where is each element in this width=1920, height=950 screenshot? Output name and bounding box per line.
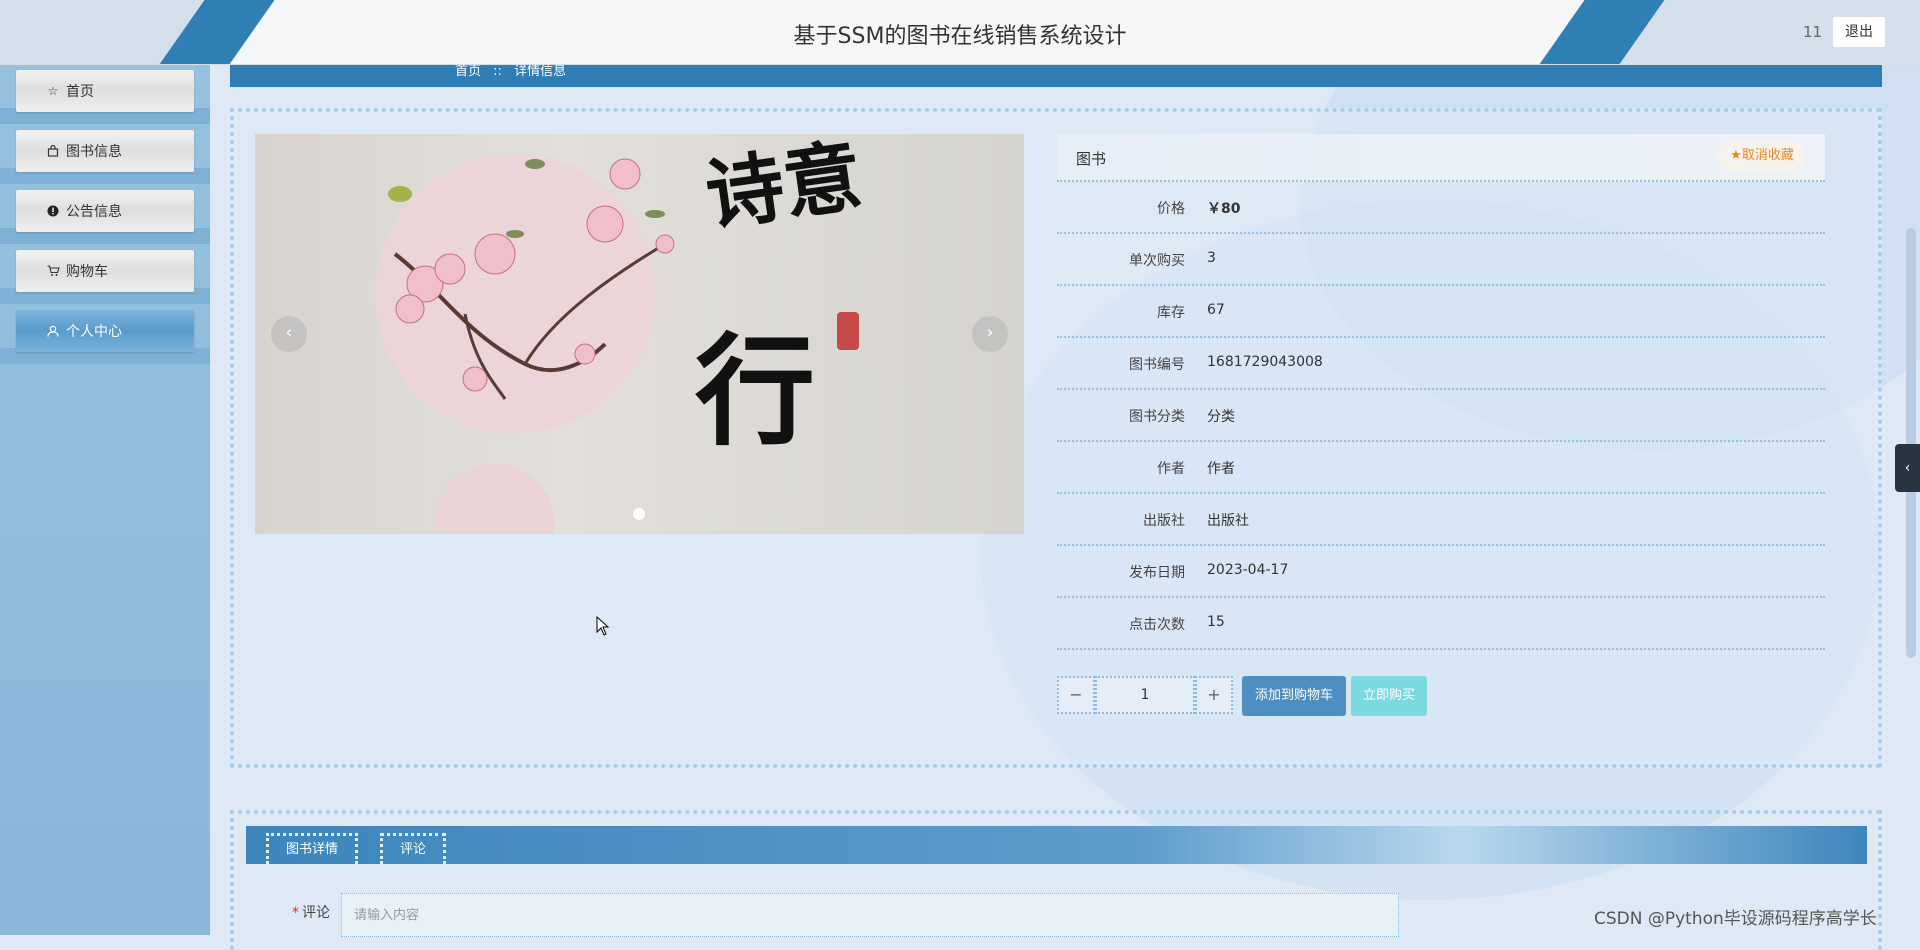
bag-icon [46,144,60,158]
field-value: 分类 [1207,409,1235,425]
field-label: 发布日期 [1129,565,1185,581]
field-value: 出版社 [1207,513,1249,529]
sidebar-item-label: 公告信息 [66,204,122,220]
field-value: 作者 [1207,461,1235,477]
star-outline-icon: ☆ [47,84,59,98]
chevron-left-icon[interactable]: ‹ [271,316,307,352]
field-label: 点击次数 [1129,617,1185,633]
tab-comments[interactable]: 评论 [380,833,446,864]
user-icon [46,324,60,338]
unfavorite-button[interactable]: ★取消收藏 [1718,140,1806,172]
field-value: 3 [1207,250,1216,266]
quantity-increment-button[interactable]: + [1195,676,1233,714]
product-title: 图书 [1076,150,1107,168]
sidebar: ☆ 首页 图书信息 公告信息 购物车 个人中心 [0,64,210,935]
star-icon: ★ [1730,148,1742,163]
cart-icon [46,264,60,278]
field-label: 图书分类 [1129,409,1185,425]
product-info: 图书 ★取消收藏 价格 ￥80 单次购买 3 库存 67 图书编号 168172… [1057,134,1825,650]
image-carousel: 诗意 行 ‹ › [255,134,1024,534]
logout-button[interactable]: 退出 [1832,16,1886,48]
field-row-purchase-limit: 单次购买 3 [1057,234,1825,286]
site-title: 基于SSM的图书在线销售系统设计 [793,24,1127,49]
chevron-right-icon[interactable]: › [972,316,1008,352]
field-row-stock: 库存 67 [1057,286,1825,338]
mouse-cursor-icon [596,616,610,636]
carousel-indicator-dot[interactable] [633,508,645,520]
field-label: 出版社 [1143,513,1185,529]
add-to-cart-button[interactable]: 添加到购物车 [1242,676,1346,716]
sidebar-item-label: 首页 [66,84,94,100]
sidebar-item-cart-button[interactable]: 购物车 [16,250,194,292]
field-value: 2023-04-17 [1207,562,1289,578]
sidebar-item-label: 图书信息 [66,144,122,160]
field-value: 67 [1207,302,1225,318]
scrollbar-thumb[interactable] [1906,228,1916,658]
quantity-decrement-button[interactable]: − [1057,676,1095,714]
chevron-left-icon[interactable]: ‹ [1895,444,1920,492]
buy-now-button[interactable]: 立即购买 [1351,676,1427,716]
field-label: 图书编号 [1129,357,1185,373]
field-row-category: 图书分类 分类 [1057,390,1825,442]
field-label: 价格 [1157,201,1185,217]
cover-calligraphy: 行 [695,321,815,462]
book-cover-artwork [388,158,675,400]
username: 11 [1803,23,1823,41]
field-label: 单次购买 [1129,253,1185,269]
sidebar-item-label: 个人中心 [66,324,122,340]
field-row-release-date: 发布日期 2023-04-17 [1057,546,1825,598]
breadcrumb-separator: :: [493,64,502,79]
field-label: 作者 [1157,461,1185,477]
field-value: 1681729043008 [1207,354,1323,370]
sidebar-item-notices-button[interactable]: 公告信息 [16,190,194,232]
watermark: CSDN @Python毕设源码程序高学长 [1594,909,1877,929]
breadcrumb-home-link[interactable]: 首页 [455,64,481,79]
sidebar-item-books: 图书信息 [0,124,210,184]
sidebar-item-home: ☆ 首页 [0,64,210,124]
tab-bar: 图书详情 评论 [246,826,1867,864]
sidebar-item-profile: 个人中心 [0,304,210,364]
cover-seal [837,312,859,350]
field-row-publisher: 出版社 出版社 [1057,494,1825,546]
sidebar-item-profile-button[interactable]: 个人中心 [16,310,194,352]
field-value: 15 [1207,614,1225,630]
price-value: ￥80 [1207,201,1241,217]
quantity-input[interactable]: 1 [1095,676,1195,714]
sidebar-item-label: 购物车 [66,264,108,280]
sidebar-item-cart: 购物车 [0,244,210,304]
breadcrumb-current: 详情信息 [514,64,567,79]
tab-book-details[interactable]: 图书详情 [266,833,358,864]
field-row-price: 价格 ￥80 [1057,182,1825,234]
field-row-book-number: 图书编号 1681729043008 [1057,338,1825,390]
comment-input[interactable]: 请输入内容 [341,893,1399,937]
sidebar-item-notices: 公告信息 [0,184,210,244]
top-header: 基于SSM的图书在线销售系统设计 11 退出 [0,0,1920,65]
info-circle-icon [46,204,60,218]
field-label: 库存 [1157,305,1185,321]
sidebar-item-home-button[interactable]: ☆ 首页 [16,70,194,112]
field-row-clicks: 点击次数 15 [1057,598,1825,650]
sidebar-item-books-button[interactable]: 图书信息 [16,130,194,172]
field-row-author: 作者 作者 [1057,442,1825,494]
comment-label: * 评论 [292,905,330,921]
product-header: 图书 ★取消收藏 [1057,134,1825,182]
